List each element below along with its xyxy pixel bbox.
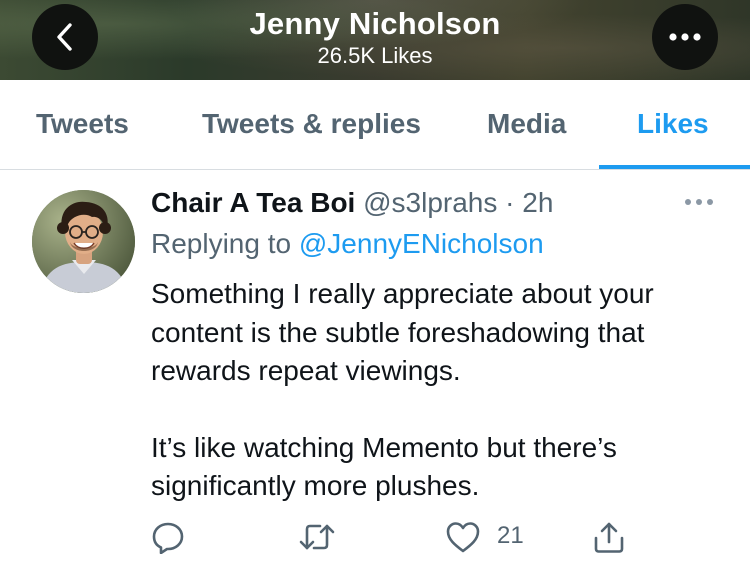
more-options-button[interactable] <box>652 4 718 70</box>
replying-to-handle[interactable]: @JennyENicholson <box>299 228 544 259</box>
tweet-text: Something I really appreciate about your… <box>151 275 731 506</box>
retweet-icon <box>299 524 335 550</box>
replying-prefix: Replying to <box>151 228 292 259</box>
avatar[interactable] <box>32 190 135 293</box>
reply-icon <box>152 522 184 554</box>
separator-dot: · <box>505 187 515 218</box>
like-button[interactable] <box>445 515 481 559</box>
author-handle[interactable]: @s3lprahs <box>363 187 497 218</box>
like-count: 21 <box>497 522 524 549</box>
reply-button[interactable] <box>151 515 185 559</box>
active-tab-indicator <box>599 165 750 169</box>
tweet-paragraph: It’s like watching Memento but there’s s… <box>151 431 617 502</box>
like-icon <box>446 522 480 553</box>
profile-name: Jenny Nicholson <box>249 6 501 41</box>
tweet-actions <box>0 515 750 559</box>
author-name[interactable]: Chair A Tea Boi <box>151 187 355 218</box>
more-options-icon <box>669 33 701 41</box>
profile-header: Jenny Nicholson 26.5K Likes <box>0 0 750 80</box>
share-button[interactable] <box>592 515 626 559</box>
share-icon <box>594 522 624 553</box>
tab-media[interactable]: Media <box>487 108 566 140</box>
tab-tweets[interactable]: Tweets <box>36 108 129 140</box>
likes-count: 26.5K Likes <box>317 43 433 68</box>
more-dots-icon[interactable] <box>684 196 714 208</box>
retweet-button[interactable] <box>298 515 336 559</box>
tweet-header: Chair A Tea Boi @s3lprahs · 2h <box>151 187 553 219</box>
tab-likes[interactable]: Likes <box>637 108 709 140</box>
replying-to: Replying to @JennyENicholson <box>151 228 544 260</box>
tweet-paragraph: Something I really appreciate about your… <box>151 278 654 386</box>
tweet-time[interactable]: 2h <box>522 187 553 218</box>
avatar-photo <box>32 190 135 293</box>
profile-tabs: Tweets Tweets & replies Media Likes <box>0 80 750 170</box>
tab-tweets-and-replies[interactable]: Tweets & replies <box>202 108 421 140</box>
